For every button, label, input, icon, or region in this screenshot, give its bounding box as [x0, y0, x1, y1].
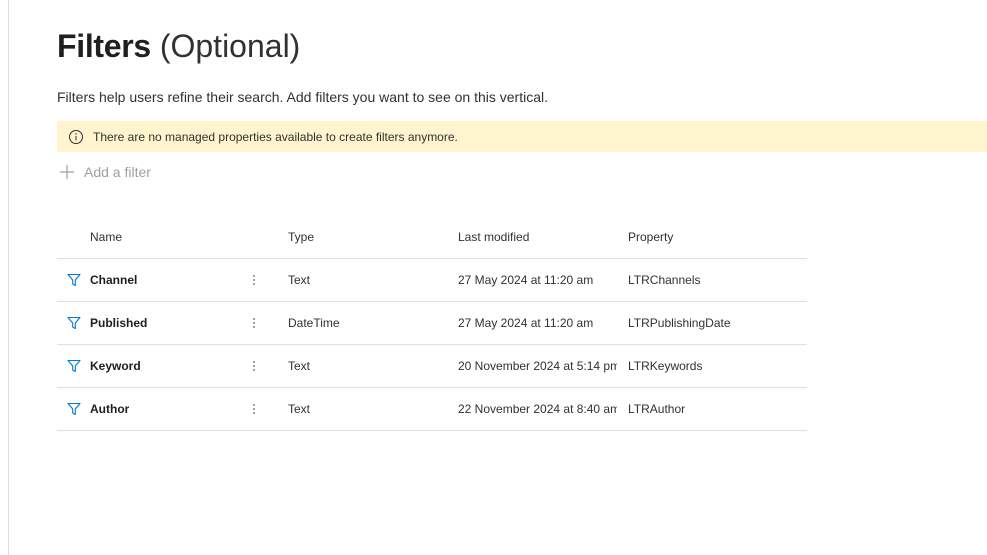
filter-property: LTRKeywords: [628, 359, 703, 373]
page-title-optional: (Optional): [159, 28, 301, 64]
column-header-property[interactable]: Property: [628, 230, 673, 244]
table-row[interactable]: Author Text 22 November 2024 at 8:40 am …: [57, 388, 807, 431]
table-row[interactable]: Published DateTime 27 May 2024 at 11:20 …: [57, 302, 807, 345]
warning-message-bar: There are no managed properties availabl…: [57, 121, 987, 152]
filter-last-modified: 22 November 2024 at 8:40 am: [458, 402, 617, 416]
table-row[interactable]: Channel Text 27 May 2024 at 11:20 am LTR…: [57, 259, 807, 302]
column-header-last-modified[interactable]: Last modified: [458, 230, 529, 244]
filter-last-modified: 27 May 2024 at 11:20 am: [458, 273, 594, 287]
left-panel-divider: [8, 0, 9, 555]
filter-property: LTRAuthor: [628, 402, 686, 416]
filter-type: Text: [288, 273, 311, 287]
filter-name[interactable]: Keyword: [90, 359, 141, 373]
filter-name[interactable]: Author: [90, 402, 129, 416]
table-row[interactable]: Keyword Text 20 November 2024 at 5:14 pm…: [57, 345, 807, 388]
column-header-name[interactable]: Name: [90, 230, 122, 244]
page-description: Filters help users refine their search. …: [57, 89, 549, 105]
filter-type: DateTime: [288, 316, 340, 330]
filter-last-modified: 27 May 2024 at 11:20 am: [458, 316, 594, 330]
add-filter-label: Add a filter: [84, 164, 151, 180]
more-vertical-icon[interactable]: [247, 313, 261, 333]
filter-property: LTRChannels: [628, 273, 701, 287]
warning-text: There are no managed properties availabl…: [93, 129, 458, 144]
filter-property: LTRPublishingDate: [628, 316, 731, 330]
page-title-main: Filters: [57, 28, 151, 64]
add-filter-button[interactable]: Add a filter: [58, 162, 151, 182]
filter-name[interactable]: Published: [90, 316, 147, 330]
filter-last-modified: 20 November 2024 at 5:14 pm: [458, 359, 617, 373]
more-vertical-icon[interactable]: [247, 270, 261, 290]
filter-icon: [67, 359, 81, 373]
table-header-row: Name Type Last modified Property: [57, 216, 807, 259]
more-vertical-icon[interactable]: [247, 399, 261, 419]
filters-table: Name Type Last modified Property Channel…: [57, 216, 807, 431]
filter-icon: [67, 316, 81, 330]
filter-icon: [67, 402, 81, 416]
filter-icon: [67, 273, 81, 287]
filter-type: Text: [288, 359, 311, 373]
plus-icon: [58, 163, 76, 181]
filter-type: Text: [288, 402, 311, 416]
info-icon: [68, 129, 84, 145]
column-header-type[interactable]: Type: [288, 230, 314, 244]
page-title: Filters (Optional): [57, 26, 300, 66]
filter-name[interactable]: Channel: [90, 273, 137, 287]
more-vertical-icon[interactable]: [247, 356, 261, 376]
